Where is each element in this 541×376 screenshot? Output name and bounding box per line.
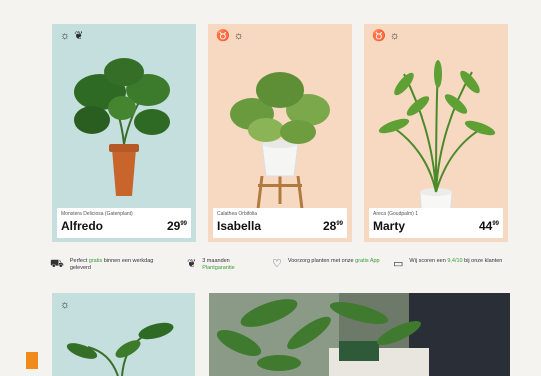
- product-card-alfredo[interactable]: ☼ ❦ Monstera Deliciosa (Gatenplant) Alfr…: [52, 24, 196, 242]
- chat-icon: ▭: [393, 258, 404, 270]
- product-info: Monstera Deliciosa (Gatenplant) Alfredo …: [57, 208, 191, 238]
- care-icons: ♉ ☼: [372, 30, 400, 42]
- usp-reviews: ▭ Wij scoren een 9,4/10 bij onze klanten: [393, 258, 513, 280]
- heart-icon: ♡: [272, 258, 282, 270]
- product-price: 2899: [322, 219, 343, 233]
- product-name[interactable]: Isabella: [217, 219, 261, 233]
- product-card-row2[interactable]: ☼: [52, 293, 195, 376]
- pet-friendly-icon: ❦: [74, 30, 84, 42]
- interior-scene-image: [209, 293, 510, 376]
- calathea-plant-image: [230, 72, 330, 210]
- usp-text: 3 maanden Plantgarantie: [202, 258, 235, 271]
- product-name[interactable]: Alfredo: [61, 219, 103, 233]
- usp-delivery: ⛟ Perfect gratis binnen een werkdag gele…: [50, 258, 158, 280]
- usp-guarantee: ❦ 3 maanden Plantgarantie: [187, 258, 262, 280]
- latin-name: Monstera Deliciosa (Gatenplant): [61, 211, 133, 217]
- product-card-marty[interactable]: ♉ ☼ Areca (Goudpalm) 1 Marty 4499: [364, 24, 508, 242]
- interior-photo[interactable]: [209, 293, 510, 376]
- product-price: 2999: [166, 219, 187, 233]
- cat-safe-icon: ♉: [372, 30, 386, 42]
- cat-safe-icon: ♉: [216, 30, 230, 42]
- sun-icon: ☼: [60, 30, 71, 42]
- product-price: 4499: [478, 219, 499, 233]
- usp-text: Perfect gratis binnen een werkdag geleve…: [69, 258, 154, 271]
- care-icons: ♉ ☼: [216, 30, 244, 42]
- latin-name: Calathea Orbifolia: [217, 211, 258, 217]
- care-icons: ☼ ❦: [60, 30, 83, 42]
- product-info: Calathea Orbifolia Isabella 2899: [213, 208, 347, 238]
- product-info: Areca (Goudpalm) 1 Marty 4499: [369, 208, 503, 238]
- product-card-isabella[interactable]: ♉ ☼ Calathea Orbifolia Isabella 2899: [208, 24, 352, 242]
- monstera-plant-image: [74, 58, 170, 196]
- alocasia-plant-image: [66, 322, 174, 376]
- areca-palm-image: [378, 60, 496, 212]
- sun-icon: ☼: [389, 30, 400, 42]
- latin-name: Areca (Goudpalm) 1: [373, 211, 419, 217]
- usp-text: Wij scoren een 9,4/10 bij onze klanten: [409, 258, 503, 264]
- truck-icon: ⛟: [50, 258, 64, 270]
- feedback-tab[interactable]: [26, 352, 38, 369]
- sun-icon: ☼: [233, 30, 244, 42]
- usp-app: ♡ Voorzorg planten met onze gratis App: [272, 258, 388, 280]
- plant-icon: ❦: [187, 258, 197, 270]
- product-name[interactable]: Marty: [373, 219, 405, 233]
- usp-text: Voorzorg planten met onze gratis App: [287, 258, 380, 264]
